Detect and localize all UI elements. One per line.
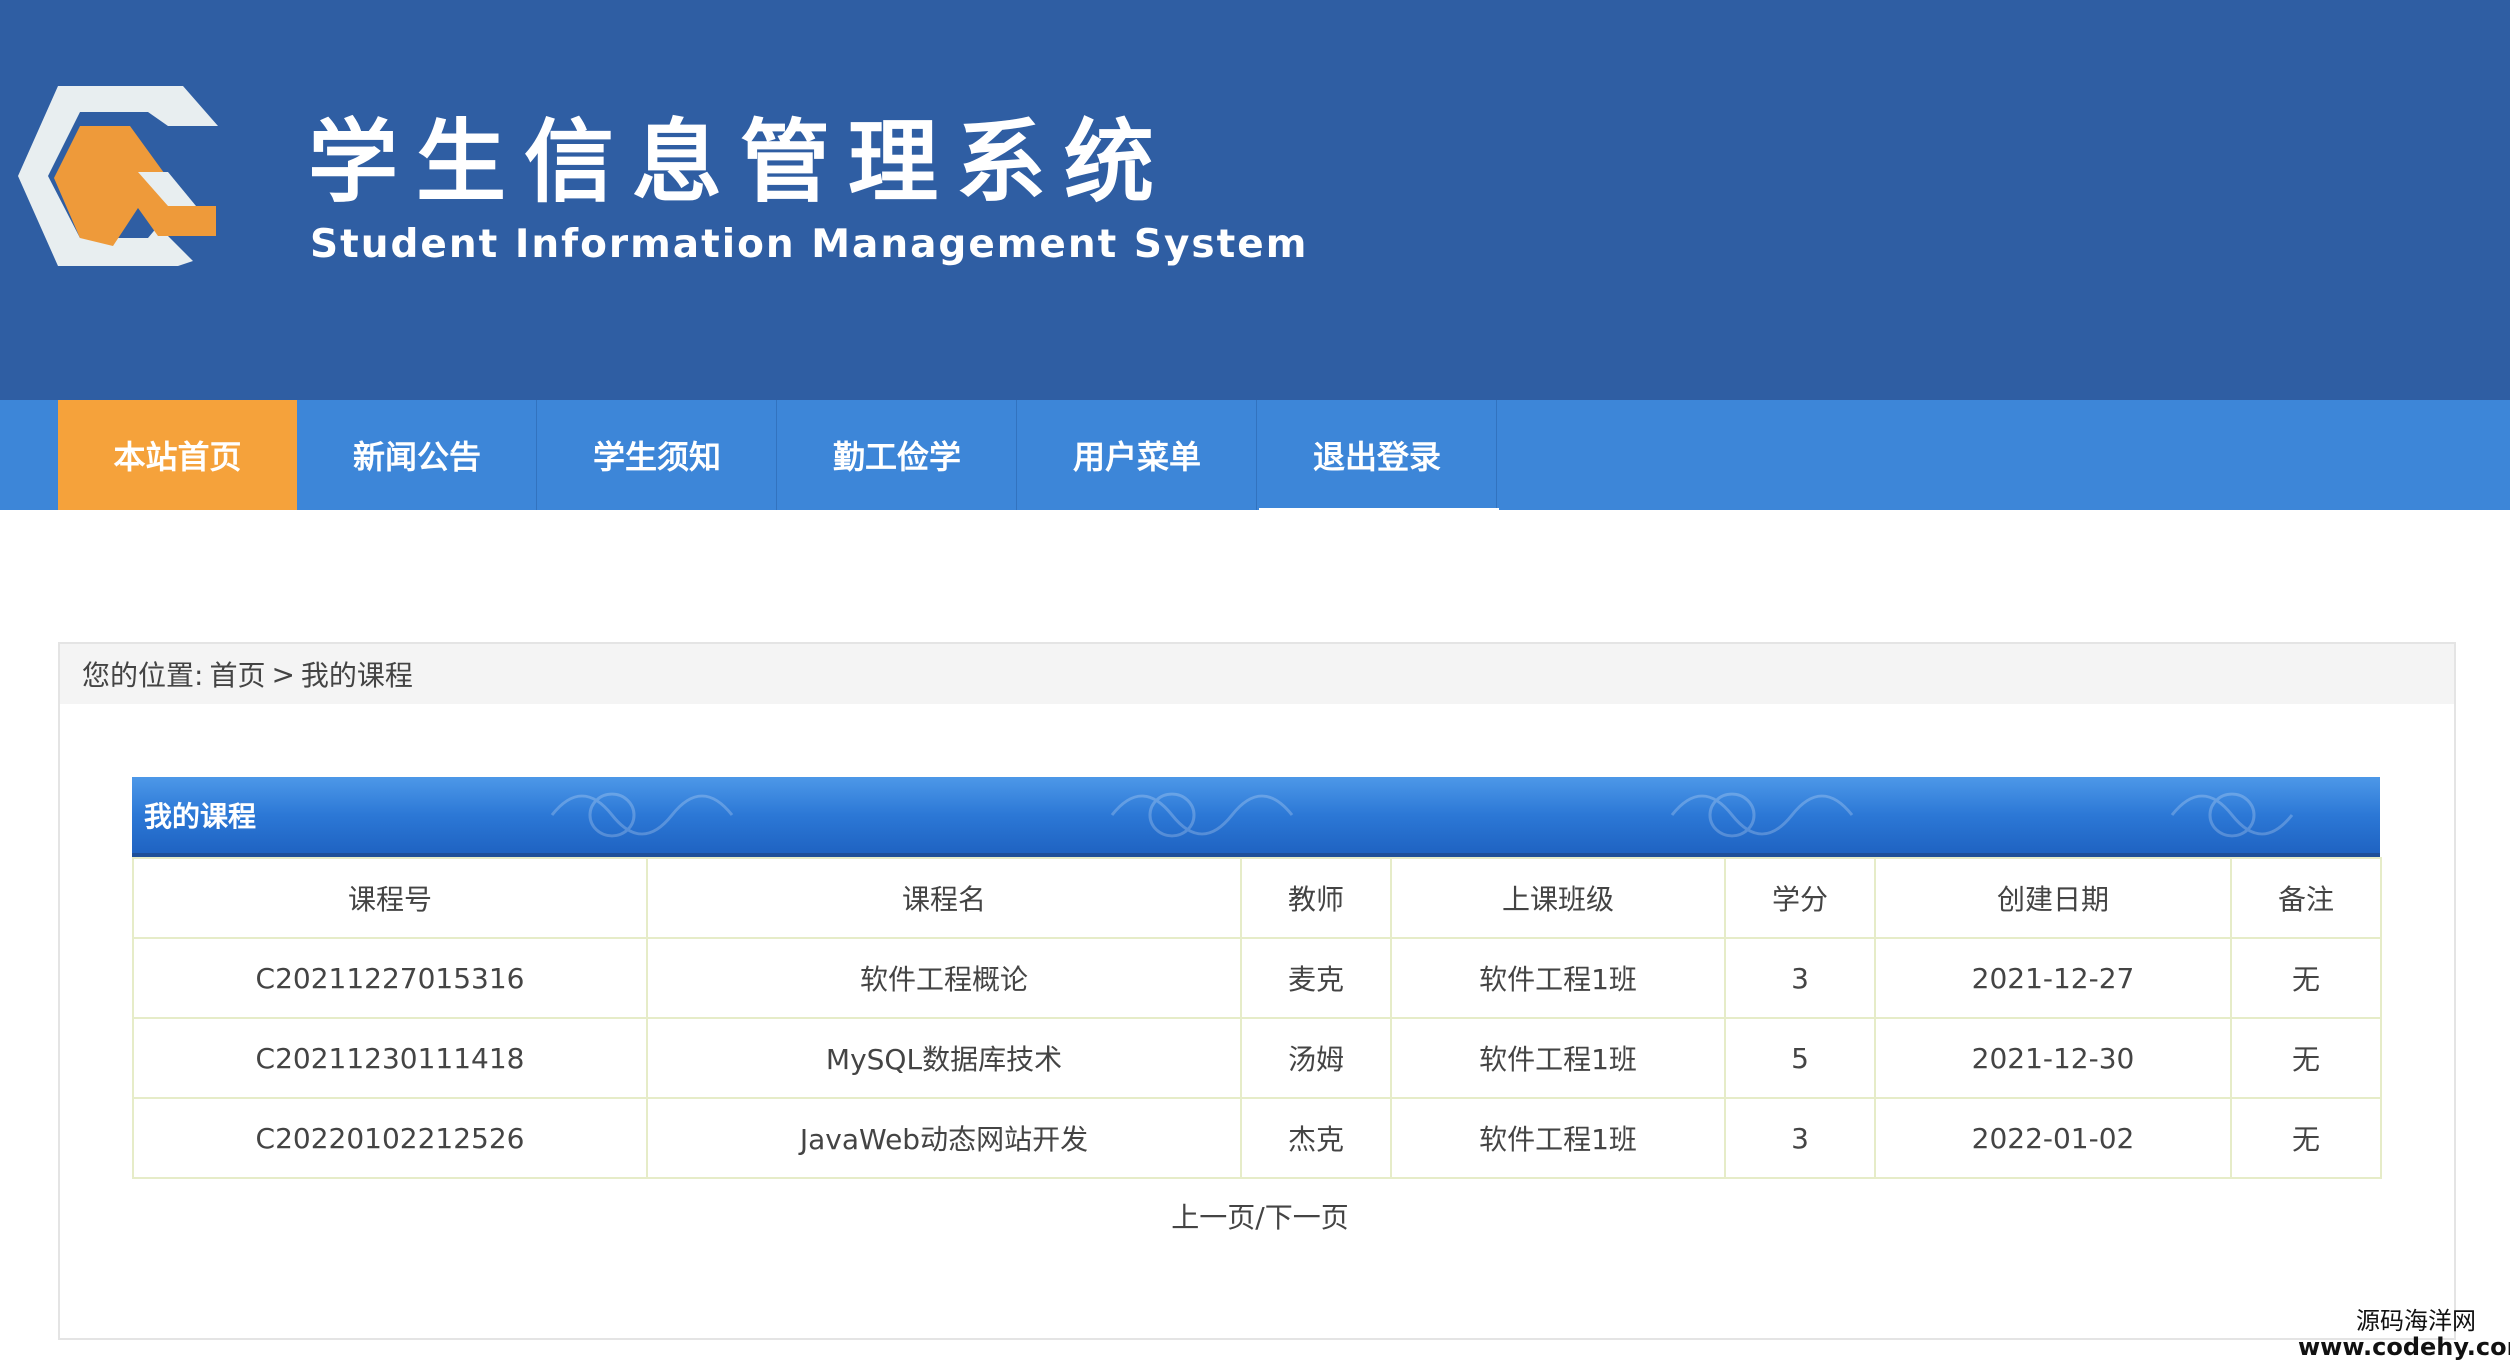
cell-teacher: 麦克	[1240, 937, 1392, 1019]
cell-created-date: 2022-01-02	[1874, 1097, 2232, 1179]
cell-credits: 5	[1724, 1017, 1876, 1099]
site-logo-icon	[18, 86, 218, 266]
nav-item-user-menu[interactable]: 用户菜单	[1018, 400, 1257, 510]
cell-course-id: C20211227015316	[132, 937, 648, 1019]
cell-teacher: 汤姆	[1240, 1017, 1392, 1099]
cell-course-name: 软件工程概论	[646, 937, 1242, 1019]
nav-item-home[interactable]: 本站首页	[58, 400, 297, 510]
site-subtitle: Student Information Management System	[310, 222, 1309, 267]
column-header-created-date: 创建日期	[1874, 857, 2232, 939]
table-row: C20211227015316 软件工程概论 麦克 软件工程1班 3 2021-…	[132, 937, 2382, 1019]
courses-table-title: 我的课程	[144, 800, 257, 833]
column-header-course-name: 课程名	[646, 857, 1242, 939]
courses-table: 课程号 课程名 教师 上课班级 学分 创建日期 备注 C202112270153…	[132, 857, 2382, 1179]
cell-created-date: 2021-12-27	[1874, 937, 2232, 1019]
cell-course-id: C20220102212526	[132, 1097, 648, 1179]
nav-item-work-study[interactable]: 勤工俭学	[778, 400, 1017, 510]
pager-separator: /	[1255, 1201, 1265, 1234]
breadcrumb: 您的位置: 首页 > 我的课程	[60, 644, 2454, 704]
watermark: 源码海洋网 www.codehy.com	[2298, 1308, 2510, 1364]
column-header-teacher: 教师	[1240, 857, 1392, 939]
site-title: 学生信息管理系统	[308, 109, 1172, 215]
nav-item-logout[interactable]: 退出登录	[1258, 400, 1497, 510]
nav-item-student-notice[interactable]: 学生须知	[538, 400, 777, 510]
prev-page-link[interactable]: 上一页	[1171, 1201, 1255, 1234]
breadcrumb-separator: >	[271, 657, 295, 691]
column-header-class: 上课班级	[1390, 857, 1726, 939]
column-header-credits: 学分	[1724, 857, 1876, 939]
cell-class: 软件工程1班	[1390, 1097, 1726, 1179]
cell-course-name: JavaWeb动态网站开发	[646, 1097, 1242, 1179]
nav-hover-underline	[1259, 508, 1499, 512]
column-header-course-id: 课程号	[132, 857, 648, 939]
cell-credits: 3	[1724, 937, 1876, 1019]
next-page-link[interactable]: 下一页	[1265, 1201, 1349, 1234]
cell-credits: 3	[1724, 1097, 1876, 1179]
table-row: C20220102212526 JavaWeb动态网站开发 杰克 软件工程1班 …	[132, 1097, 2382, 1179]
site-header: 学生信息管理系统 Student Information Management …	[0, 0, 2510, 400]
breadcrumb-prefix: 您的位置:	[82, 659, 204, 692]
table-header-row: 课程号 课程名 教师 上课班级 学分 创建日期 备注	[132, 857, 2382, 939]
watermark-url: www.codehy.com	[2298, 1333, 2510, 1361]
cell-class: 软件工程1班	[1390, 937, 1726, 1019]
courses-table-title-bar: 我的课程	[132, 777, 2380, 857]
pagination: 上一页/下一页	[1100, 1196, 1420, 1236]
cell-course-id: C20211230111418	[132, 1017, 648, 1099]
cell-remarks: 无	[2230, 937, 2382, 1019]
cell-teacher: 杰克	[1240, 1097, 1392, 1179]
breadcrumb-current: 我的课程	[300, 659, 413, 692]
cell-class: 软件工程1班	[1390, 1017, 1726, 1099]
nav-item-news[interactable]: 新闻公告	[298, 400, 537, 510]
main-nav: 本站首页 新闻公告 学生须知 勤工俭学 用户菜单 退出登录	[0, 400, 2510, 510]
table-row: C20211230111418 MySQL数据库技术 汤姆 软件工程1班 5 2…	[132, 1017, 2382, 1099]
ornament-pattern-icon	[550, 792, 2294, 838]
cell-created-date: 2021-12-30	[1874, 1017, 2232, 1099]
breadcrumb-home-link[interactable]: 首页	[209, 654, 265, 694]
column-header-remarks: 备注	[2230, 857, 2382, 939]
cell-remarks: 无	[2230, 1097, 2382, 1179]
cell-course-name: MySQL数据库技术	[646, 1017, 1242, 1099]
watermark-name: 源码海洋网	[2356, 1307, 2476, 1335]
cell-remarks: 无	[2230, 1017, 2382, 1099]
